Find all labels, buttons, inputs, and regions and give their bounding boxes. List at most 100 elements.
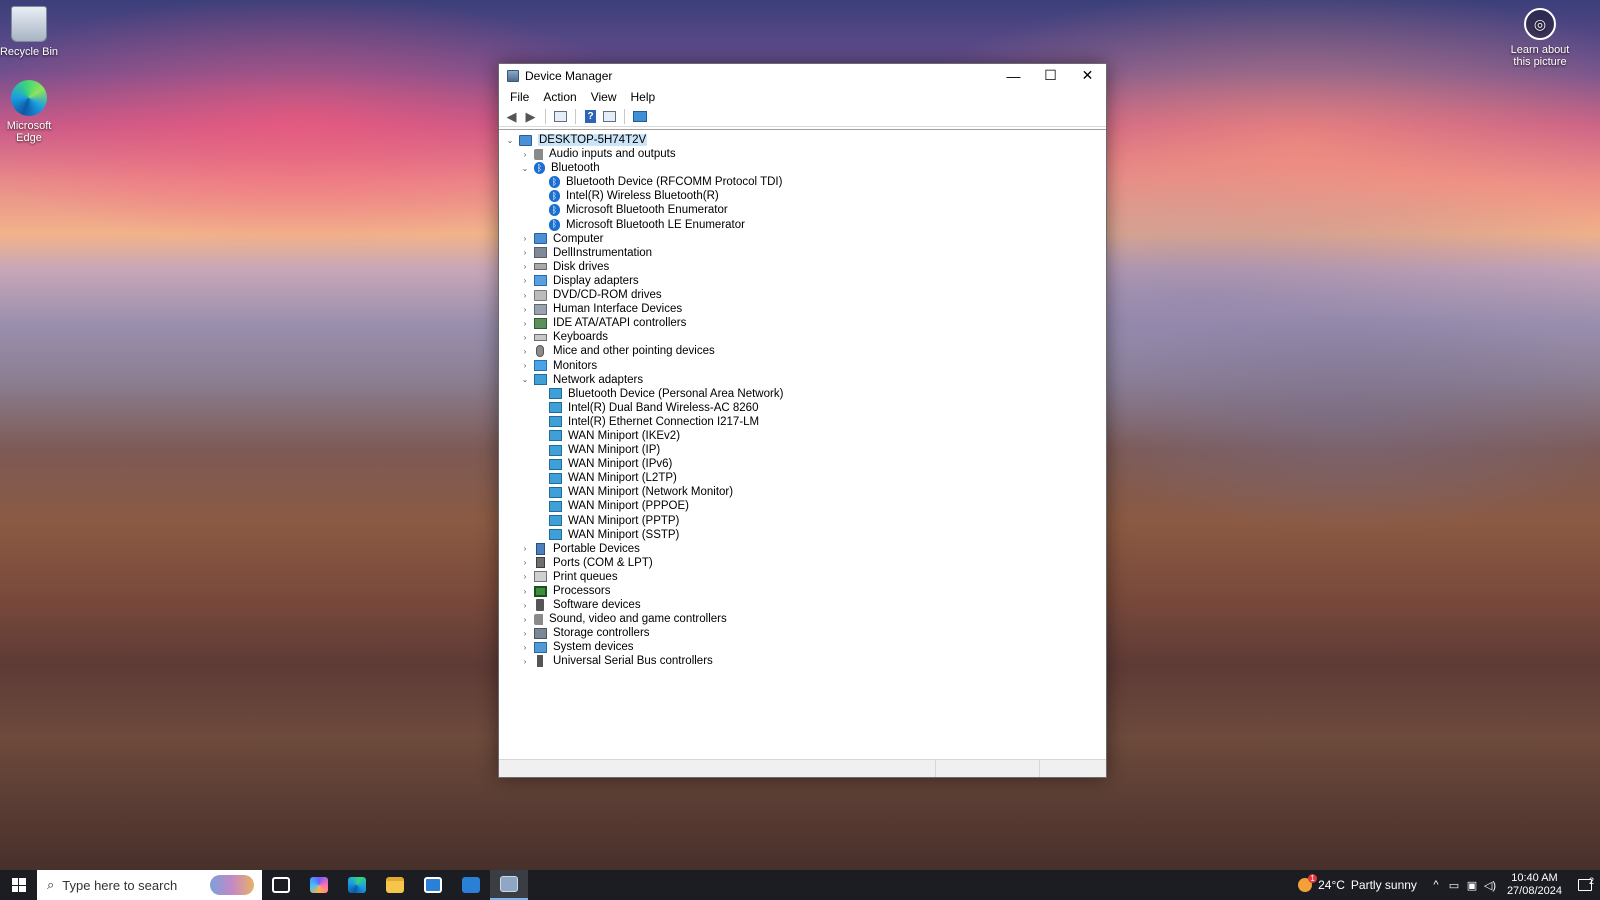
chevron-up-icon[interactable]: ^ xyxy=(1427,879,1445,891)
expand-chevron-icon[interactable]: › xyxy=(519,319,531,328)
notification-count: 2 xyxy=(1588,876,1594,886)
tree-category[interactable]: › DellInstrumentation xyxy=(499,246,1106,260)
expand-chevron-icon[interactable]: › xyxy=(519,305,531,314)
tree-category[interactable]: › Universal Serial Bus controllers xyxy=(499,654,1106,668)
expand-chevron-icon[interactable]: › xyxy=(519,248,531,257)
desktop-icon-microsoft-edge[interactable]: Microsoft Edge xyxy=(0,80,61,144)
taskbar-copilot[interactable] xyxy=(300,870,338,900)
tree-category[interactable]: › Sound, video and game controllers xyxy=(499,612,1106,626)
desktop-icon-recycle-bin[interactable]: Recycle Bin xyxy=(0,6,61,58)
expand-chevron-icon[interactable]: › xyxy=(519,558,531,567)
tree-device[interactable]: ᛒ Microsoft Bluetooth Enumerator xyxy=(499,203,1106,217)
expand-chevron-icon[interactable]: › xyxy=(519,361,531,370)
menu-file[interactable]: File xyxy=(503,88,536,106)
tree-device[interactable]: ᛒ Intel(R) Wireless Bluetooth(R) xyxy=(499,189,1106,203)
tree-category[interactable]: › Human Interface Devices xyxy=(499,302,1106,316)
tree-category[interactable]: › Audio inputs and outputs xyxy=(499,147,1106,161)
tree-category[interactable]: › Display adapters xyxy=(499,274,1106,288)
expand-chevron-icon[interactable]: › xyxy=(519,347,531,356)
menu-action[interactable]: Action xyxy=(536,88,583,106)
collapse-chevron-icon[interactable]: ⌄ xyxy=(504,136,516,145)
tree-device[interactable]: WAN Miniport (IP) xyxy=(499,443,1106,457)
tree-category[interactable]: › System devices xyxy=(499,640,1106,654)
minimize-button[interactable]: — xyxy=(995,64,1032,87)
tree-category[interactable]: ⌄ Network adapters xyxy=(499,373,1106,387)
tree-device[interactable]: WAN Miniport (PPPOE) xyxy=(499,499,1106,513)
tree-root[interactable]: ⌄ DESKTOP-5H74T2V xyxy=(499,133,1106,147)
taskbar-device-manager[interactable] xyxy=(490,870,528,900)
collapse-chevron-icon[interactable]: ⌄ xyxy=(519,164,531,173)
tree-category[interactable]: › Mice and other pointing devices xyxy=(499,344,1106,358)
view-button[interactable] xyxy=(601,109,618,125)
weather-widget[interactable]: 1 24°C Partly sunny xyxy=(1288,874,1427,892)
start-button[interactable] xyxy=(0,870,37,900)
tree-category-label: DellInstrumentation xyxy=(553,246,653,259)
expand-chevron-icon[interactable]: › xyxy=(519,544,531,553)
taskbar-file-explorer[interactable] xyxy=(376,870,414,900)
tree-device[interactable]: Bluetooth Device (Personal Area Network) xyxy=(499,387,1106,401)
title-bar[interactable]: Device Manager — ☐ ✕ xyxy=(499,64,1106,87)
expand-chevron-icon[interactable]: › xyxy=(519,276,531,285)
tree-category[interactable]: › Portable Devices xyxy=(499,542,1106,556)
tree-category[interactable]: › Storage controllers xyxy=(499,626,1106,640)
expand-chevron-icon[interactable]: › xyxy=(519,262,531,271)
taskbar-search[interactable]: ⌕ Type here to search xyxy=(37,870,262,900)
sync-icon[interactable]: ▭ xyxy=(1445,879,1463,892)
expand-chevron-icon[interactable]: › xyxy=(519,615,531,624)
expand-chevron-icon[interactable]: › xyxy=(519,629,531,638)
tree-category[interactable]: › Processors xyxy=(499,584,1106,598)
expand-chevron-icon[interactable]: › xyxy=(519,333,531,342)
tree-category[interactable]: › Ports (COM & LPT) xyxy=(499,556,1106,570)
tree-device[interactable]: WAN Miniport (IPv6) xyxy=(499,457,1106,471)
clock-time: 10:40 AM xyxy=(1511,872,1558,884)
menu-help[interactable]: Help xyxy=(624,88,663,106)
taskbar-task-view[interactable] xyxy=(262,870,300,900)
taskbar-microsoft-store[interactable] xyxy=(414,870,452,900)
scan-hardware-button[interactable] xyxy=(631,109,648,125)
expand-chevron-icon[interactable]: › xyxy=(519,291,531,300)
tree-device[interactable]: WAN Miniport (SSTP) xyxy=(499,528,1106,542)
tree-category[interactable]: › Computer xyxy=(499,232,1106,246)
forward-arrow-icon[interactable]: ▶ xyxy=(522,109,539,125)
volume-icon[interactable]: ◁) xyxy=(1481,879,1499,892)
clock[interactable]: 10:40 AM 27/08/2024 xyxy=(1499,872,1570,898)
tree-category[interactable]: › Monitors xyxy=(499,359,1106,373)
tree-category[interactable]: ⌄ ᛒ Bluetooth xyxy=(499,161,1106,175)
tree-device[interactable]: WAN Miniport (IKEv2) xyxy=(499,429,1106,443)
expand-chevron-icon[interactable]: › xyxy=(519,150,531,159)
expand-chevron-icon[interactable]: › xyxy=(519,643,531,652)
notification-center-button[interactable]: 2 xyxy=(1570,876,1600,891)
tree-device[interactable]: Intel(R) Dual Band Wireless-AC 8260 xyxy=(499,401,1106,415)
expand-chevron-icon[interactable]: › xyxy=(519,587,531,596)
back-arrow-icon[interactable]: ◀ xyxy=(503,109,520,125)
tree-device[interactable]: Intel(R) Ethernet Connection I217-LM xyxy=(499,415,1106,429)
maximize-button[interactable]: ☐ xyxy=(1032,64,1069,87)
tree-category[interactable]: › Keyboards xyxy=(499,330,1106,344)
close-button[interactable]: ✕ xyxy=(1069,64,1106,87)
taskbar-edge[interactable] xyxy=(338,870,376,900)
tree-category[interactable]: › Print queues xyxy=(499,570,1106,584)
collapse-chevron-icon[interactable]: ⌄ xyxy=(519,375,531,384)
desktop-icon-label: Recycle Bin xyxy=(0,46,59,58)
expand-chevron-icon[interactable]: › xyxy=(519,234,531,243)
tree-device[interactable]: WAN Miniport (PPTP) xyxy=(499,514,1106,528)
learn-about-picture[interactable]: ◎ Learn about this picture xyxy=(1508,8,1572,68)
tree-device[interactable]: ᛒ Bluetooth Device (RFCOMM Protocol TDI) xyxy=(499,175,1106,189)
tree-device[interactable]: WAN Miniport (L2TP) xyxy=(499,471,1106,485)
expand-chevron-icon[interactable]: › xyxy=(519,572,531,581)
help-button[interactable]: ? xyxy=(582,109,599,125)
tree-category[interactable]: › IDE ATA/ATAPI controllers xyxy=(499,316,1106,330)
expand-chevron-icon[interactable]: › xyxy=(519,657,531,666)
tree-device[interactable]: WAN Miniport (Network Monitor) xyxy=(499,485,1106,499)
network-icon[interactable]: ▣ xyxy=(1463,879,1481,892)
expand-chevron-icon[interactable]: › xyxy=(519,601,531,610)
tree-category[interactable]: › Software devices xyxy=(499,598,1106,612)
tree-category[interactable]: › Disk drives xyxy=(499,260,1106,274)
menu-view[interactable]: View xyxy=(584,88,624,106)
tree-category[interactable]: › DVD/CD-ROM drives xyxy=(499,288,1106,302)
taskbar-mail[interactable] xyxy=(452,870,490,900)
tree-device[interactable]: ᛒ Microsoft Bluetooth LE Enumerator xyxy=(499,218,1106,232)
properties-button[interactable] xyxy=(552,109,569,125)
tree-category-label: Software devices xyxy=(553,599,641,612)
toolbar-separator xyxy=(624,109,625,124)
